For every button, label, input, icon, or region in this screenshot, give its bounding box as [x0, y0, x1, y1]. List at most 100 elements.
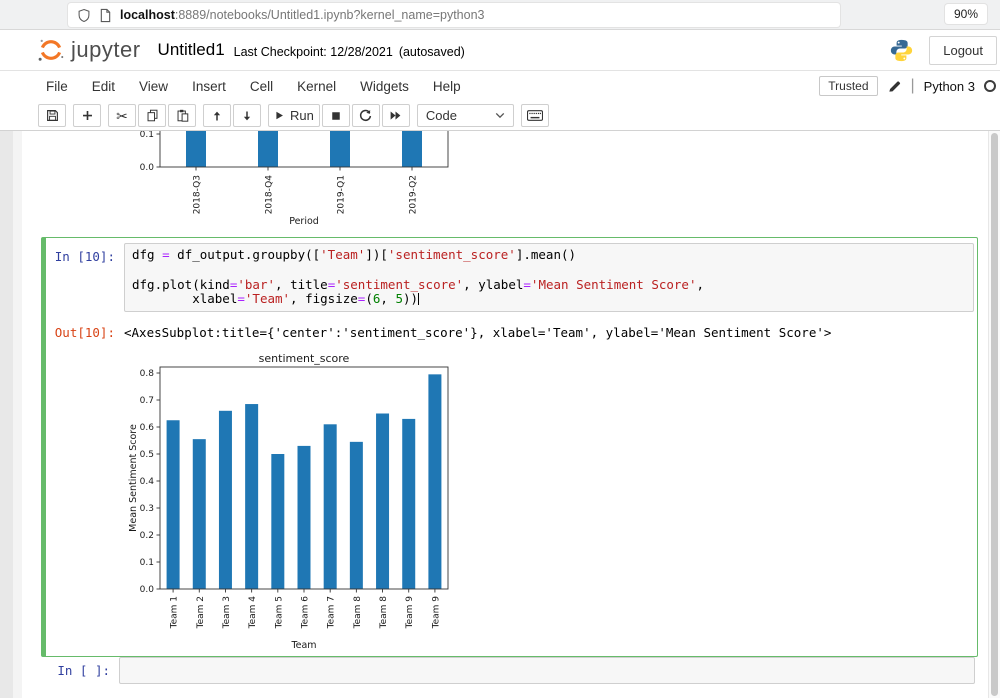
- copy-cells-button[interactable]: [138, 104, 166, 127]
- logout-button[interactable]: Logout: [929, 36, 997, 65]
- menu-view[interactable]: View: [127, 73, 180, 100]
- menu-file[interactable]: File: [34, 73, 80, 100]
- svg-text:sentiment_score: sentiment_score: [259, 352, 350, 365]
- vertical-scrollbar[interactable]: [988, 131, 1000, 698]
- code-line: xlabel='Team', figsize=(6, 5)): [132, 292, 966, 307]
- svg-text:0.1: 0.1: [140, 131, 154, 140]
- keyboard-icon: [527, 110, 543, 121]
- bar: [402, 131, 422, 167]
- shield-icon: [77, 8, 91, 23]
- save-button[interactable]: [38, 104, 66, 127]
- menu-widgets[interactable]: Widgets: [348, 73, 421, 100]
- browser-zoom-badge[interactable]: 90%: [945, 4, 987, 24]
- page-icon: [99, 8, 112, 23]
- menu-edit[interactable]: Edit: [80, 73, 127, 100]
- svg-text:Mean Sentiment Score: Mean Sentiment Score: [128, 424, 139, 532]
- active-code-cell[interactable]: In [10]: dfg = df_output.groupby(['Team'…: [41, 237, 978, 657]
- kernel-name: Python 3: [924, 79, 975, 94]
- scissors-icon: ✂: [116, 109, 128, 123]
- trusted-button[interactable]: Trusted: [819, 76, 877, 96]
- svg-text:2018-Q3: 2018-Q3: [193, 175, 203, 214]
- menu-insert[interactable]: Insert: [180, 73, 238, 100]
- bar: [330, 131, 350, 167]
- command-palette-button[interactable]: [521, 104, 549, 127]
- bar: [245, 404, 258, 589]
- scrollbar-thumb[interactable]: [991, 133, 998, 696]
- url-host: localhost: [120, 8, 175, 22]
- bar: [298, 446, 311, 589]
- svg-text:Period: Period: [289, 216, 319, 227]
- svg-text:Team 9: Team 9: [431, 596, 441, 630]
- bar: [167, 420, 180, 589]
- svg-text:Team 3: Team 3: [222, 596, 232, 629]
- paste-cells-button[interactable]: [168, 104, 196, 127]
- run-button-label: Run: [290, 108, 314, 123]
- svg-text:Team 8: Team 8: [353, 596, 363, 630]
- move-cell-down-button[interactable]: [233, 104, 261, 127]
- url-bar[interactable]: localhost:8889/notebooks/Untitled1.ipynb…: [68, 3, 840, 27]
- menu-kernel[interactable]: Kernel: [285, 73, 348, 100]
- url-path: :8889/notebooks/Untitled1.ipynb?kernel_n…: [175, 8, 485, 22]
- svg-text:0.1: 0.1: [140, 558, 154, 568]
- svg-text:Team 2: Team 2: [196, 596, 206, 629]
- browser-bar: localhost:8889/notebooks/Untitled1.ipynb…: [0, 0, 1000, 30]
- svg-text:0.0: 0.0: [140, 163, 155, 173]
- chevron-down-icon: [495, 112, 505, 119]
- url-text: localhost:8889/notebooks/Untitled1.ipynb…: [120, 8, 484, 22]
- code-line: dfg = df_output.groupby(['Team'])['senti…: [132, 248, 966, 263]
- jupyter-logo[interactable]: jupyter: [36, 35, 141, 65]
- menu-help[interactable]: Help: [421, 73, 473, 100]
- empty-code-cell[interactable]: In [ ]:: [41, 657, 978, 684]
- bar: [402, 419, 415, 589]
- cell-type-select[interactable]: Code: [417, 104, 514, 127]
- svg-text:Team 7: Team 7: [327, 596, 337, 629]
- python-logo-icon: [889, 38, 914, 63]
- bar: [376, 414, 389, 590]
- svg-text:Team: Team: [290, 640, 316, 651]
- svg-text:0.6: 0.6: [140, 423, 155, 433]
- header-divider: |: [911, 77, 915, 95]
- svg-text:0.4: 0.4: [140, 477, 155, 487]
- pencil-icon[interactable]: [887, 79, 902, 94]
- page-margin-left-inner: [13, 131, 22, 698]
- text-cursor: [418, 293, 419, 305]
- svg-text:2018-Q4: 2018-Q4: [265, 175, 275, 215]
- menu-bar: File Edit View Insert Cell Kernel Widget…: [0, 71, 1000, 101]
- run-button[interactable]: Run: [268, 104, 320, 127]
- add-cell-button[interactable]: [73, 104, 101, 127]
- restart-kernel-button[interactable]: [352, 104, 380, 127]
- svg-text:0.2: 0.2: [140, 531, 154, 541]
- restart-run-all-button[interactable]: [382, 104, 410, 127]
- jupyter-logo-text: jupyter: [71, 37, 141, 63]
- bar: [324, 424, 337, 589]
- menu-cell[interactable]: Cell: [238, 73, 285, 100]
- svg-text:0.0: 0.0: [140, 585, 155, 595]
- svg-text:Team 8: Team 8: [379, 596, 389, 630]
- svg-text:0.7: 0.7: [140, 396, 154, 406]
- kernel-idle-indicator-icon: [984, 80, 996, 92]
- output-chart-period-partial: 0.00.12018-Q32018-Q42019-Q12019-Q2Period: [125, 131, 465, 230]
- svg-text:0.3: 0.3: [140, 504, 154, 514]
- svg-text:2019-Q1: 2019-Q1: [337, 175, 347, 214]
- output-prompt: Out[10]:: [46, 319, 124, 340]
- autosave-status: (autosaved): [399, 42, 465, 59]
- notebook-header: jupyter Untitled1 Last Checkpoint: 12/28…: [0, 30, 1000, 71]
- bar: [258, 131, 278, 167]
- input-prompt: In [10]:: [46, 243, 124, 264]
- bar: [193, 439, 206, 589]
- bar: [428, 375, 441, 590]
- interrupt-kernel-button[interactable]: [322, 104, 350, 127]
- cut-cells-button[interactable]: ✂: [108, 104, 136, 127]
- code-editor[interactable]: dfg = df_output.groupby(['Team'])['senti…: [124, 243, 974, 312]
- notebook-title[interactable]: Untitled1: [158, 40, 225, 60]
- move-cell-up-button[interactable]: [203, 104, 231, 127]
- bar: [219, 411, 232, 589]
- empty-code-input[interactable]: [119, 657, 975, 684]
- output-chart-sentiment-score: 0.00.10.20.30.40.50.60.70.8Team 1Team 2T…: [125, 350, 465, 652]
- svg-text:Team 1: Team 1: [170, 596, 180, 629]
- svg-text:0.8: 0.8: [140, 369, 155, 379]
- output-repr-text: <AxesSubplot:title={'center':'sentiment_…: [124, 319, 831, 340]
- bar: [271, 454, 284, 589]
- cell-type-value: Code: [426, 108, 457, 123]
- svg-text:Team 4: Team 4: [248, 596, 258, 630]
